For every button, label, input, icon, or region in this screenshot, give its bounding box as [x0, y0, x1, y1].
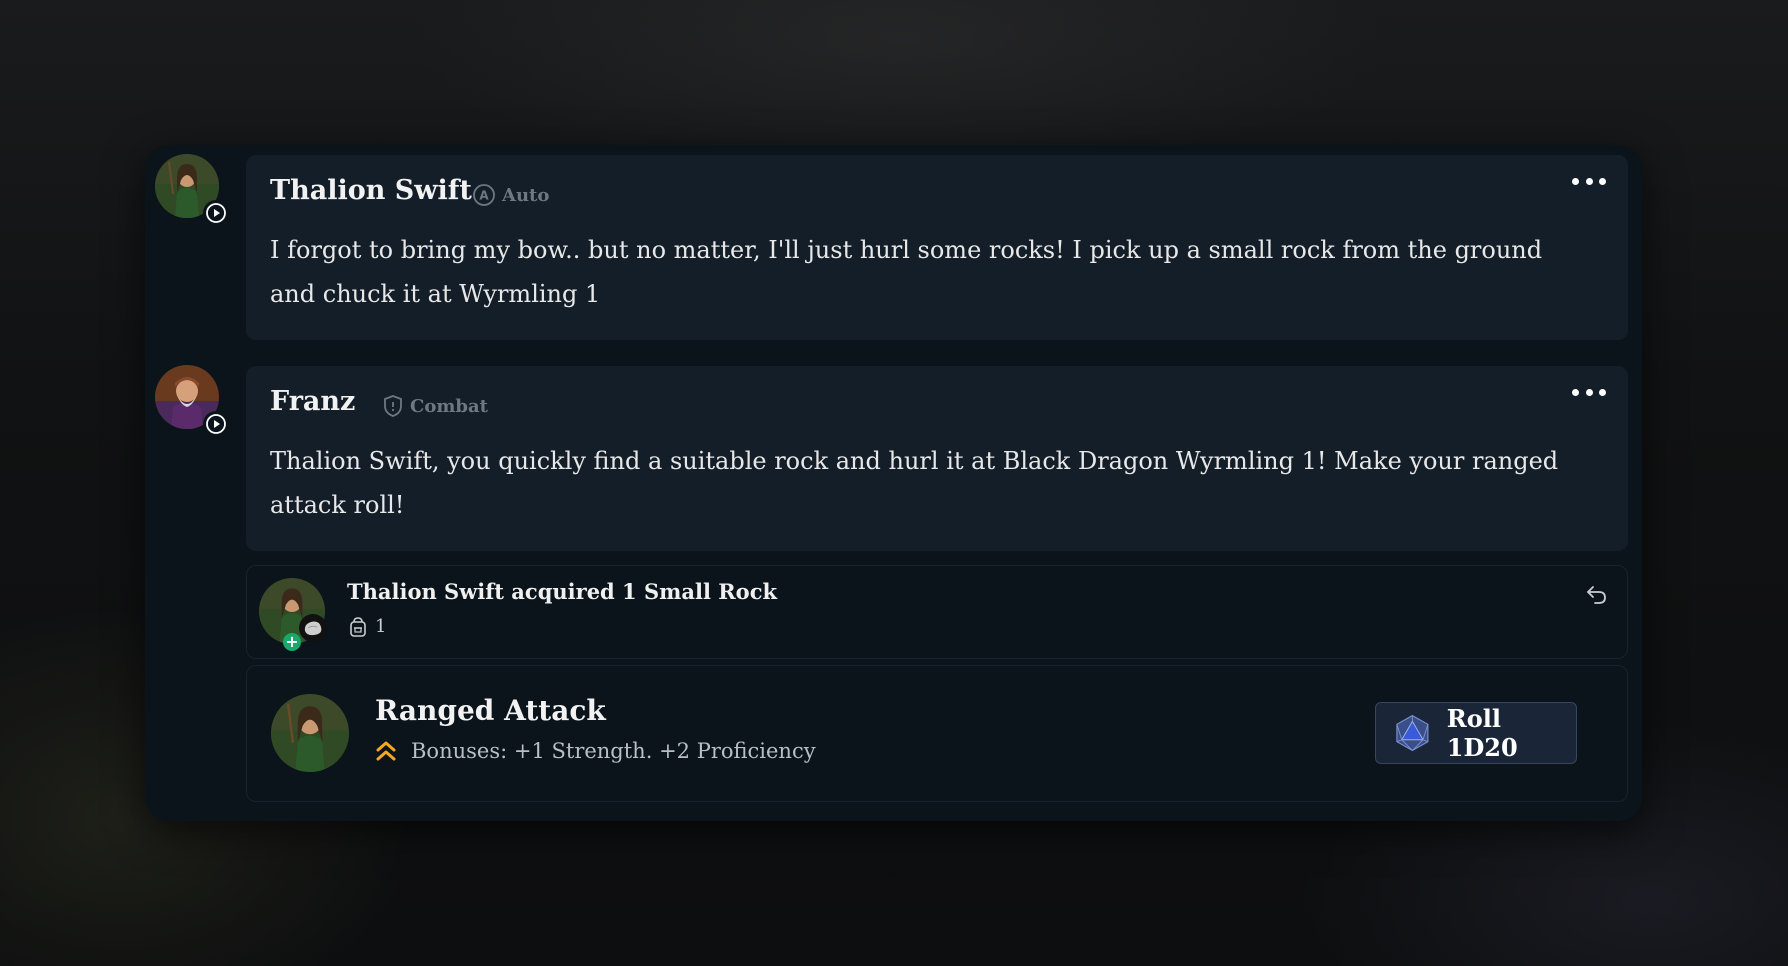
message-text: I forgot to bring my bow.. but no matter… — [270, 236, 1543, 308]
backpack-icon — [350, 616, 366, 637]
thalion-avatar — [271, 694, 349, 772]
play-audio-icon[interactable] — [203, 411, 229, 437]
svg-text:A: A — [479, 189, 489, 203]
message-mode-label: Auto — [502, 184, 550, 206]
acquired-count-value: 1 — [375, 616, 387, 637]
message-mode-tag: A Auto — [472, 183, 549, 207]
message-author: Franz — [270, 386, 356, 417]
small-rock-icon — [299, 614, 327, 642]
message-mode-tag: Combat — [382, 394, 488, 418]
attack-bonuses-text: Bonuses: +1 Strength. +2 Proficiency — [411, 739, 816, 763]
more-options-icon[interactable] — [1572, 171, 1606, 191]
double-chevron-up-icon — [376, 741, 396, 761]
acquired-title: Thalion Swift acquired 1 Small Rock — [347, 579, 778, 604]
acquired-count: 1 — [349, 616, 386, 637]
message-franz: Franz Combat Thalion Swift, you quickly … — [246, 366, 1628, 551]
undo-icon[interactable] — [1585, 584, 1609, 610]
message-mode-label: Combat — [410, 395, 488, 417]
roll-button-label: Roll 1D20 — [1446, 704, 1518, 762]
auto-circle-icon: A — [473, 184, 495, 206]
item-acquired-notice: + Thalion Swift acquired 1 Small Rock 1 — [246, 565, 1628, 659]
d20-dice-icon — [1396, 714, 1429, 752]
ranged-attack-card: Ranged Attack Bonuses: +1 Strength. +2 P… — [246, 665, 1628, 802]
message-text: Thalion Swift, you quickly find a suitab… — [270, 447, 1559, 519]
chat-panel: Thalion Swift A Auto I forgot to bring m… — [145, 145, 1642, 821]
roll-dice-button[interactable]: Roll 1D20 — [1375, 702, 1577, 764]
add-badge-icon: + — [283, 633, 301, 651]
message-thalion: Thalion Swift A Auto I forgot to bring m… — [246, 155, 1628, 340]
attack-title: Ranged Attack — [375, 694, 606, 727]
attack-bonuses: Bonuses: +1 Strength. +2 Proficiency — [375, 739, 816, 763]
thalion-avatar[interactable] — [155, 154, 229, 226]
thalion-avatar: + — [259, 578, 327, 651]
franz-avatar[interactable] — [155, 365, 229, 437]
play-audio-icon[interactable] — [203, 200, 229, 226]
message-author: Thalion Swift — [270, 175, 472, 206]
shield-icon — [384, 395, 402, 417]
more-options-icon[interactable] — [1572, 382, 1606, 402]
